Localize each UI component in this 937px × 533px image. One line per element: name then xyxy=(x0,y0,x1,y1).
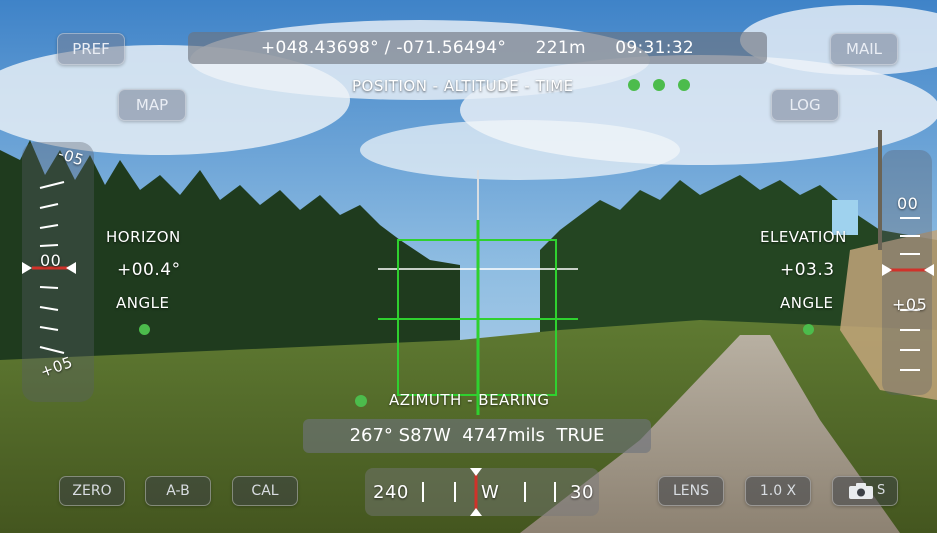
horizon-status-dot xyxy=(139,324,150,335)
targeting-reticle xyxy=(378,170,578,415)
camera-mode-label: S xyxy=(877,483,886,498)
zoom-button[interactable]: 1.0 X xyxy=(745,476,811,506)
a-b-button[interactable]: A-B xyxy=(145,476,211,506)
elevation-title: ELEVATION xyxy=(760,228,847,246)
elevation-subtitle: ANGLE xyxy=(780,294,834,312)
elevation-scale-top: 00 xyxy=(897,194,919,213)
camera-button[interactable]: S xyxy=(832,476,898,506)
azimuth-readout: 267° S87W 4747mils TRUE xyxy=(349,425,605,446)
elevation-scale-bottom: +05 xyxy=(892,295,928,314)
status-dot-altitude xyxy=(653,79,665,91)
compass-strip: 240 W 30 xyxy=(365,468,599,516)
time-value: 09:31:32 xyxy=(615,38,695,58)
status-dot-position xyxy=(628,79,640,91)
altitude-value: 221m xyxy=(535,38,586,58)
status-dot-time xyxy=(678,79,690,91)
elevation-scale xyxy=(882,150,934,395)
horizon-value: +00.4° xyxy=(117,260,181,280)
azimuth-status-dot xyxy=(355,395,367,407)
azimuth-caption: AZIMUTH - BEARING xyxy=(389,391,550,409)
elevation-value: +03.3 xyxy=(780,260,835,280)
horizon-subtitle: ANGLE xyxy=(116,294,170,312)
log-button[interactable]: LOG xyxy=(771,89,839,121)
horizon-scale-zero: 00 xyxy=(40,251,62,270)
elevation-status-dot xyxy=(803,324,814,335)
map-button[interactable]: MAP xyxy=(118,89,186,121)
position-caption: POSITION - ALTITUDE - TIME xyxy=(352,77,574,95)
camera-icon xyxy=(849,483,873,499)
cal-button[interactable]: CAL xyxy=(232,476,298,506)
coordinates-value: +048.43698° / -071.56494° xyxy=(260,38,507,58)
compass-ticks xyxy=(422,468,556,516)
azimuth-readout-bar: 267° S87W 4747mils TRUE xyxy=(303,419,651,453)
pref-button[interactable]: PREF xyxy=(57,33,125,65)
mail-button[interactable]: MAIL xyxy=(830,33,898,65)
zero-button[interactable]: ZERO xyxy=(59,476,125,506)
position-bar: +048.43698° / -071.56494° 221m 09:31:32 xyxy=(188,32,767,64)
horizon-title: HORIZON xyxy=(106,228,181,246)
lens-button[interactable]: LENS xyxy=(658,476,724,506)
